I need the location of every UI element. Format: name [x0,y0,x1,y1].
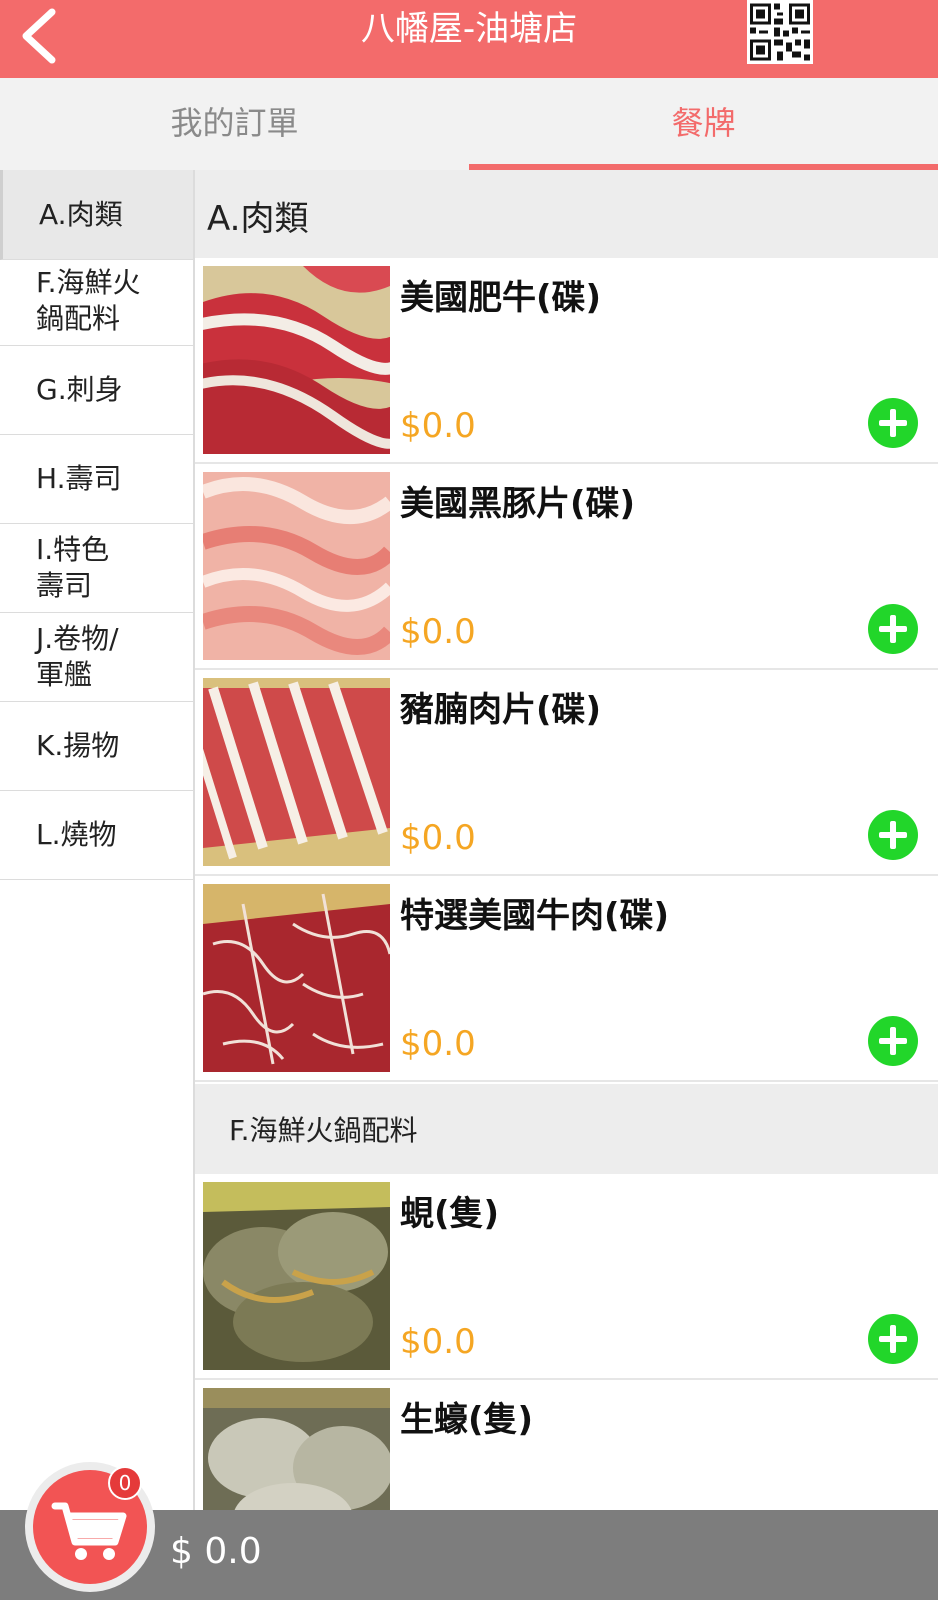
section-header: F.海鮮火鍋配料 [195,1084,938,1174]
add-item-button[interactable] [868,398,918,448]
item-name: 蜆(隻) [400,1194,500,1234]
section-header: A.肉類 [195,170,938,260]
cart-total: $ 0.0 [170,1531,262,1572]
menu-item[interactable]: 美國肥牛(碟) $0.0 [195,258,938,464]
item-photo [203,266,390,454]
item-name: 生蠔(隻) [400,1400,534,1440]
add-item-button[interactable] [868,1016,918,1066]
cart-count-badge: 0 [108,1466,142,1500]
item-name: 美國黑豚片(碟) [400,484,636,524]
category-label: F.海鮮火鍋配料 [36,265,141,335]
category-item-meat[interactable]: A.肉類 [0,170,193,260]
item-photo [203,884,390,1072]
item-name: 特選美國牛肉(碟) [400,896,670,936]
category-item-grilled[interactable]: L.燒物 [0,790,193,880]
item-name: 豬腩肉片(碟) [400,690,602,730]
qr-code-icon [747,0,813,64]
tab-bar: 我的訂單 餐牌 [0,78,938,170]
menu-item[interactable]: 蜆(隻) $0.0 [195,1174,938,1380]
qr-code-button[interactable] [747,0,813,64]
item-photo [203,1388,390,1510]
category-label: J.卷物/軍艦 [36,621,119,691]
item-photo [203,1182,390,1370]
add-item-button[interactable] [868,810,918,860]
category-item-fried[interactable]: K.揚物 [0,701,193,791]
menu-item[interactable]: 生蠔(隻) [195,1380,938,1510]
category-item-sashimi[interactable]: G.刺身 [0,345,193,435]
category-item-seafood-hotpot[interactable]: F.海鮮火鍋配料 [0,256,193,346]
category-label: I.特色壽司 [36,532,110,602]
category-item-special-sushi[interactable]: I.特色壽司 [0,523,193,613]
item-name: 美國肥牛(碟) [400,278,602,318]
menu-list[interactable]: A.肉類 美國肥牛(碟) $0.0 美國黑豚片(碟) $0.0 豬腩肉片(碟) … [195,170,938,1510]
category-item-sushi[interactable]: H.壽司 [0,434,193,524]
tab-my-orders[interactable]: 我的訂單 [0,78,469,170]
add-item-button[interactable] [868,604,918,654]
item-price: $0.0 [400,1322,476,1362]
tab-menu[interactable]: 餐牌 [469,78,938,170]
app-header: 八幡屋-油塘店 [0,0,938,78]
menu-item[interactable]: 豬腩肉片(碟) $0.0 [195,670,938,876]
menu-item[interactable]: 特選美國牛肉(碟) $0.0 [195,876,938,1082]
add-item-button[interactable] [868,1314,918,1364]
item-photo [203,472,390,660]
category-sidebar: A.肉類 F.海鮮火鍋配料 G.刺身 H.壽司 I.特色壽司 J.卷物/軍艦 K… [0,170,195,1510]
menu-item[interactable]: 美國黑豚片(碟) $0.0 [195,464,938,670]
item-price: $0.0 [400,406,476,446]
item-photo [203,678,390,866]
item-price: $0.0 [400,818,476,858]
category-item-rolls[interactable]: J.卷物/軍艦 [0,612,193,702]
item-price: $0.0 [400,612,476,652]
item-price: $0.0 [400,1024,476,1064]
